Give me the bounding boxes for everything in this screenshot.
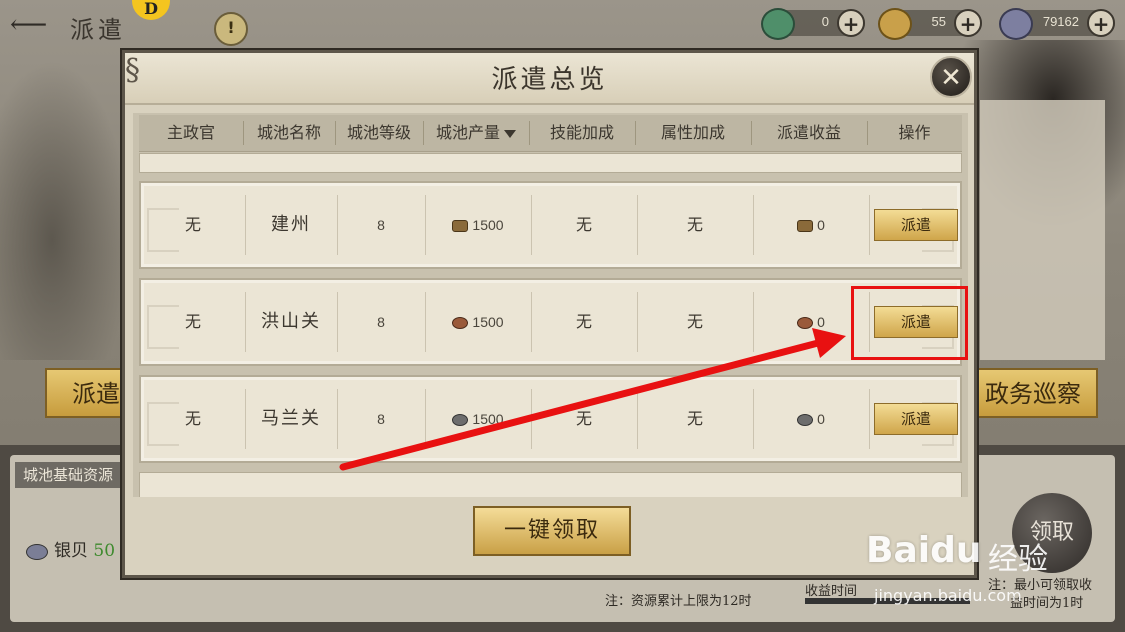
- jingyan-label: 经验: [988, 542, 1048, 577]
- watermark-url: jingyan.baidu.com: [874, 586, 1022, 605]
- baidu-watermark: Baidu 经验 jingyan.baidu.com: [866, 512, 1116, 622]
- arrow-head: [812, 328, 846, 358]
- arrow-shaft: [339, 339, 822, 471]
- baidu-logo: Baidu: [866, 530, 982, 571]
